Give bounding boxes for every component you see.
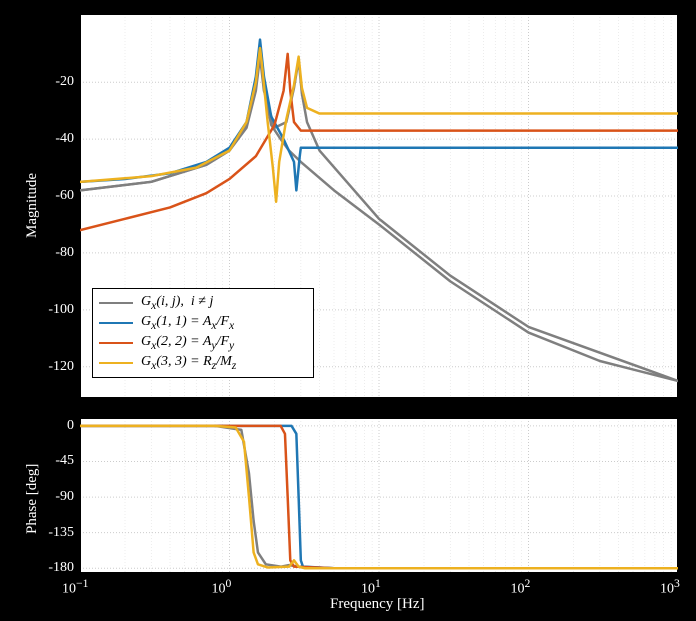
phase-gx33 — [80, 426, 678, 568]
ytick-label: -60 — [55, 188, 74, 204]
ytick-label: 0 — [67, 418, 74, 434]
ytick-label: -45 — [55, 453, 74, 469]
legend-swatch — [99, 322, 133, 324]
phase-gx22 — [80, 426, 678, 568]
legend-label: Gx(1, 1) = Ax/Fx — [141, 314, 234, 332]
legend: Gx(i, j), i ≠ j Gx(1, 1) = Ax/Fx Gx(2, 2) … — [92, 288, 314, 378]
ytick-label: -80 — [55, 245, 74, 261]
xtick-label: 103 — [660, 577, 680, 598]
x-axis-title: Frequency [Hz] — [330, 596, 425, 613]
phase-gx11 — [80, 426, 678, 568]
bode-figure: Magnitude Phase [deg] Frequency [Hz] Gx(… — [0, 0, 696, 621]
xtick-label: 102 — [511, 577, 531, 598]
ytick-label: -40 — [55, 131, 74, 147]
legend-swatch — [99, 302, 133, 304]
legend-swatch — [99, 342, 133, 344]
phase-ytitle: Phase [deg] — [24, 464, 41, 534]
legend-item: Gx(2, 2) = Ay/Fy — [99, 333, 307, 353]
legend-item: Gx(1, 1) = Ax/Fx — [99, 313, 307, 333]
legend-swatch — [99, 362, 133, 364]
xtick-label: 101 — [361, 577, 381, 598]
legend-label: Gx(2, 2) = Ay/Fy — [141, 334, 234, 352]
legend-label: Gx(3, 3) = Rz/Mz — [141, 354, 236, 372]
ytick-label: -180 — [48, 560, 74, 576]
ytick-label: -20 — [55, 74, 74, 90]
ytick-label: -90 — [55, 489, 74, 505]
phase-panel — [80, 418, 678, 573]
legend-item: Gx(i, j), i ≠ j — [99, 293, 307, 313]
xtick-label: 10−1 — [62, 577, 88, 598]
phase-offdiag — [80, 426, 678, 568]
legend-item: Gx(3, 3) = Rz/Mz — [99, 353, 307, 373]
ytick-label: -120 — [48, 359, 74, 375]
ytick-label: -100 — [48, 302, 74, 318]
magnitude-ytitle: Magnitude — [24, 173, 41, 238]
xtick-label: 100 — [212, 577, 232, 598]
legend-label: Gx(i, j), i ≠ j — [141, 294, 213, 312]
phase-plot — [80, 418, 678, 573]
ytick-label: -135 — [48, 525, 74, 541]
